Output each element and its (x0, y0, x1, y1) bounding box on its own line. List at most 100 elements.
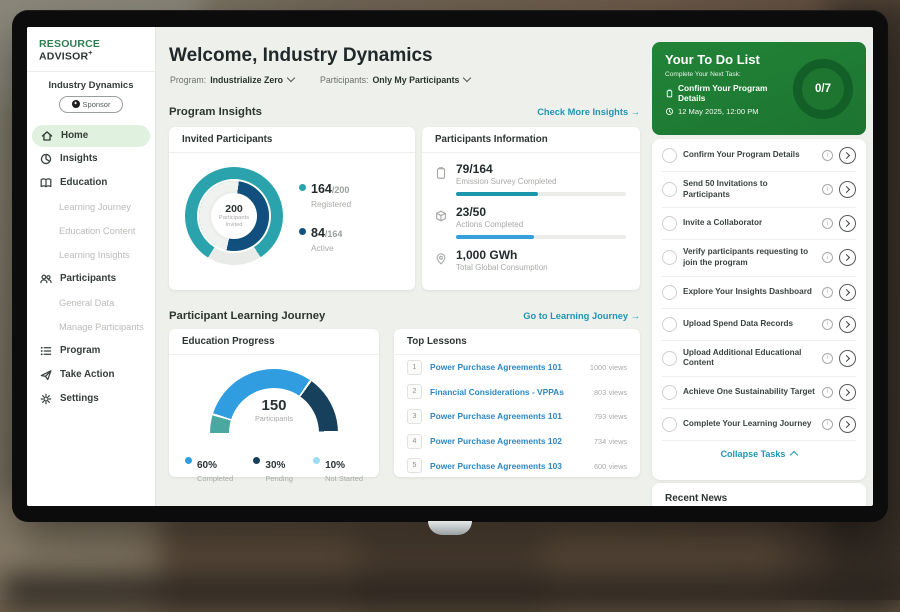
lesson-link[interactable]: Power Purchase Agreements 101 (430, 362, 562, 372)
learning-journey-header: Participant Learning Journey Go to Learn… (169, 310, 640, 322)
cube-icon (434, 209, 448, 223)
sidebar-item-education-content[interactable]: Education Content (27, 219, 155, 243)
task-checkbox[interactable] (662, 317, 677, 332)
info-row-survey: 79/164 Emission Survey Completed (422, 153, 640, 196)
main-content: Welcome, Industry Dynamics Program:Indus… (155, 27, 652, 506)
go-to-learning-journey-link[interactable]: Go to Learning Journey → (523, 311, 640, 321)
task-checkbox[interactable] (662, 285, 677, 300)
gauge-center: 150 Participants (255, 397, 293, 423)
task-checkbox[interactable] (662, 216, 677, 231)
todo-subtitle: Complete Your Next Task: (665, 71, 795, 78)
task-checkbox[interactable] (662, 148, 677, 163)
task-checkbox[interactable] (662, 182, 677, 197)
task-label: Invite a Collaborator (683, 218, 816, 229)
task-checkbox[interactable] (662, 250, 677, 265)
task-open-button[interactable] (839, 316, 856, 333)
task-label: Upload Spend Data Records (683, 319, 816, 330)
lesson-link[interactable]: Power Purchase Agreements 101 (430, 411, 562, 421)
arrow-right-icon: → (631, 311, 640, 321)
task-open-button[interactable] (839, 284, 856, 301)
section-title: Participant Learning Journey (169, 310, 325, 322)
sidebar-item-program[interactable]: Program (27, 339, 155, 363)
home-icon (40, 129, 54, 143)
sidebar-item-label: Learning Journey (59, 202, 131, 212)
task-label: Verify participants requesting to join t… (683, 247, 816, 268)
sidebar-item-insights[interactable]: Insights (27, 147, 155, 171)
completed-pct: 60% (197, 460, 217, 471)
lesson-link[interactable]: Financial Considerations - VPPAs (430, 387, 564, 397)
lesson-rank: 1 (407, 360, 422, 375)
task-open-button[interactable] (839, 181, 856, 198)
filters-row: Program:Industrialize Zero Participants:… (170, 75, 470, 85)
lesson-row: 2 Financial Considerations - VPPAs 803 v… (394, 380, 640, 405)
task-open-button[interactable] (839, 249, 856, 266)
task-open-button[interactable] (839, 215, 856, 232)
task-open-button[interactable] (839, 416, 856, 433)
active-value: 84 (311, 226, 325, 240)
task-checkbox[interactable] (662, 385, 677, 400)
participants-filter[interactable]: Participants:Only My Participants (320, 75, 470, 85)
sidebar-item-participants[interactable]: Participants (27, 267, 155, 291)
invited-donut-chart: 200 Participants Invited 164/200 Registe… (169, 153, 415, 265)
sidebar-item-take-action[interactable]: Take Action (27, 363, 155, 387)
survey-label: Emission Survey Completed (456, 177, 626, 186)
info-row-consumption: 1,000 GWh Total Global Consumption (422, 239, 640, 272)
sidebar-item-learning-journey[interactable]: Learning Journey (27, 195, 155, 219)
lesson-views: 1000 (590, 363, 606, 372)
sponsor-icon: ✦ (72, 100, 80, 108)
registered-dot (299, 184, 306, 191)
info-icon: i (822, 387, 833, 398)
sidebar-item-label: Manage Participants (59, 322, 144, 332)
task-open-button[interactable] (839, 384, 856, 401)
education-progress-card: Education Progress 150 Participants 60% … (169, 329, 379, 477)
sponsor-label: Sponsor (83, 100, 111, 109)
not-started-label: Not Started (325, 474, 363, 483)
recent-news-title: Recent News (652, 483, 866, 504)
logo-sup: + (88, 50, 92, 57)
lesson-link[interactable]: Power Purchase Agreements 102 (430, 436, 562, 446)
legend-active: 84/164 Active (299, 224, 351, 253)
task-checkbox[interactable] (662, 351, 677, 366)
chevron-down-icon (287, 74, 295, 82)
todo-next-task: Confirm Your Program Details (678, 83, 795, 103)
sidebar-item-home[interactable]: Home (32, 125, 150, 147)
card-title: Education Progress (169, 329, 379, 355)
participants-information-card: Participants Information 79/164 Emission… (422, 127, 640, 290)
sidebar-item-general-data[interactable]: General Data (27, 291, 155, 315)
todo-task-row: Upload Additional Educational Content i (662, 341, 856, 377)
invited-participants-card: Invited Participants 200 Participants In… (169, 127, 415, 290)
info-icon: i (822, 319, 833, 330)
lesson-views-suffix: views (609, 437, 627, 446)
sidebar-item-settings[interactable]: Settings (27, 387, 155, 411)
lesson-link[interactable]: Power Purchase Agreements 103 (430, 461, 562, 471)
task-open-button[interactable] (839, 350, 856, 367)
not-started-pct: 10% (325, 460, 345, 471)
todo-hero-card: Your To Do List Complete Your Next Task:… (652, 42, 866, 135)
todo-tasks-card: Confirm Your Program Details i Send 50 I… (652, 139, 866, 480)
info-row-actions: 23/50 Actions Completed (422, 196, 640, 239)
task-label: Complete Your Learning Journey (683, 419, 816, 430)
sidebar-item-manage-participants[interactable]: Manage Participants (27, 315, 155, 339)
invited-donut-center: 200 Participants Invited (211, 193, 257, 239)
sidebar-item-learning-insights[interactable]: Learning Insights (27, 243, 155, 267)
chevron-down-icon (463, 74, 471, 82)
not-started-dot (313, 457, 320, 464)
sidebar-item-label: Insights (60, 153, 98, 164)
pending-dot (253, 457, 260, 464)
check-more-insights-link[interactable]: Check More Insights → (537, 107, 640, 117)
lesson-views: 803 (594, 388, 606, 397)
dashboard-screen: RESOURCE ADVISOR+ Industry Dynamics ✦ Sp… (27, 27, 873, 506)
active-total: /164 (325, 229, 343, 239)
card-title: Invited Participants (169, 127, 415, 153)
sidebar-item-education[interactable]: Education (27, 171, 155, 195)
task-open-button[interactable] (839, 147, 856, 164)
program-filter[interactable]: Program:Industrialize Zero (170, 75, 294, 85)
app-logo: RESOURCE ADVISOR+ (27, 27, 155, 72)
clock-icon (665, 107, 674, 116)
invited-center-value: 200 (225, 203, 243, 215)
completed-dot (185, 457, 192, 464)
section-title: Program Insights (169, 106, 262, 118)
task-checkbox[interactable] (662, 417, 677, 432)
active-dot (299, 228, 306, 235)
collapse-tasks-link[interactable]: Collapse Tasks (652, 441, 866, 463)
